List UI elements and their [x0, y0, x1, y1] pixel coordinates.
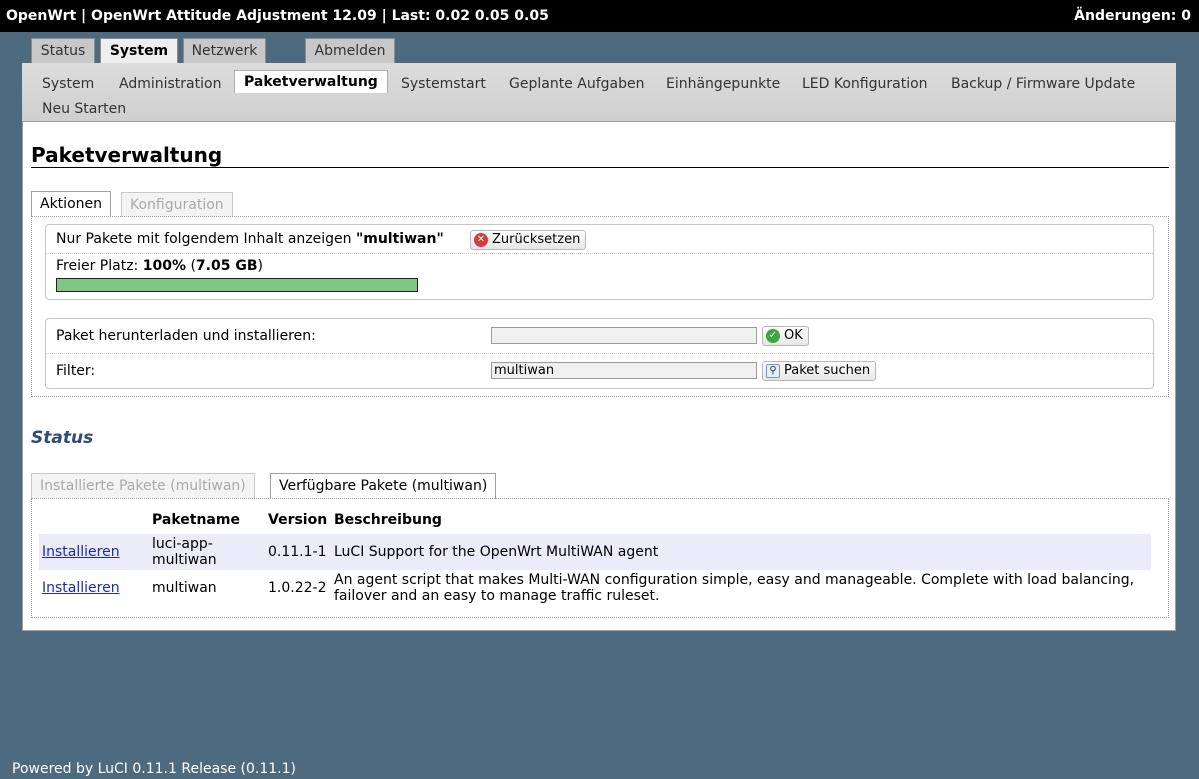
- ok-button[interactable]: ✓ OK: [762, 326, 809, 346]
- check-icon: ✓: [766, 329, 780, 343]
- subtab-reboot[interactable]: Neu Starten: [42, 101, 126, 117]
- tab-network[interactable]: Netzwerk: [183, 38, 266, 63]
- actions-panel: Nur Pakete mit folgendem Inhalt anzeigen…: [31, 216, 1169, 397]
- system-title: OpenWrt | OpenWrt Attitude Adjustment 12…: [6, 8, 549, 24]
- description-text: failover and an easy to manage traffic r…: [334, 588, 660, 604]
- footer-text: Powered by LuCI 0.11.1 Release (0.11.1): [12, 761, 296, 777]
- version-cell: 1.0.22-2: [268, 580, 327, 596]
- tab-available-packages[interactable]: Verfügbare Pakete (multiwan): [270, 473, 497, 499]
- reset-filter-button[interactable]: ✕ Zurücksetzen: [470, 230, 587, 250]
- filter-notice-term: "multiwan": [355, 231, 444, 247]
- tab-installed-packages[interactable]: Installierte Pakete (multiwan): [31, 473, 255, 498]
- column-header: Paketname: [152, 512, 240, 528]
- tab-status[interactable]: Status: [31, 38, 95, 63]
- filter-input[interactable]: [491, 362, 757, 379]
- free-space-bar-fill: [57, 279, 417, 291]
- subtab-system[interactable]: System: [42, 76, 94, 92]
- version-cell: 0.11.1-1: [265, 534, 331, 570]
- package-name-cell: multiwan: [152, 580, 217, 596]
- download-url-input[interactable]: [491, 327, 757, 344]
- info-box: Nur Pakete mit folgendem Inhalt anzeigen…: [45, 224, 1154, 300]
- subtab-mount-points[interactable]: Einhängepunkte: [666, 76, 780, 92]
- free-space-percent: 100%: [142, 258, 186, 274]
- description-cell: LuCI Support for the OpenWrt MultiWAN ag…: [331, 534, 1151, 570]
- table-header: Paketname Version Beschreibung: [39, 506, 1151, 534]
- filter-notice: Nur Pakete mit folgendem Inhalt anzeigen…: [56, 231, 444, 247]
- search-icon: ⚲: [766, 364, 780, 378]
- action-cell: Installieren: [39, 534, 149, 570]
- free-space-bar: [56, 278, 418, 292]
- column-header: Beschreibung: [334, 512, 442, 528]
- free-space-text: Freier Platz: 100% (7.05 GB): [56, 258, 263, 274]
- row-divider: [46, 253, 1153, 255]
- tab-configuration[interactable]: Konfiguration: [121, 192, 233, 217]
- install-link[interactable]: Installieren: [42, 544, 120, 560]
- action-cell: Installieren: [39, 570, 149, 606]
- paren-close: ): [257, 258, 263, 274]
- top-bar: OpenWrt | OpenWrt Attitude Adjustment 12…: [0, 0, 1199, 32]
- reset-label: Zurücksetzen: [492, 232, 581, 247]
- install-link[interactable]: Installieren: [42, 580, 120, 596]
- table-row: Installieren luci-app-multiwan 0.11.1-1 …: [39, 534, 1151, 570]
- status-heading: Status: [31, 428, 94, 448]
- description-text: An agent script that makes Multi-WAN con…: [334, 572, 1135, 588]
- tab-system[interactable]: System: [100, 38, 178, 64]
- download-label: Paket herunterladen und installieren:: [56, 328, 316, 344]
- changes-counter[interactable]: Änderungen: 0: [1074, 8, 1191, 24]
- subtab-backup-firmware[interactable]: Backup / Firmware Update: [951, 76, 1135, 92]
- subtab-led-configuration[interactable]: LED Konfiguration: [802, 76, 928, 92]
- main-content: Paketverwaltung Aktionen Konfiguration N…: [22, 121, 1176, 631]
- package-name: luci-app-: [152, 536, 213, 552]
- free-space-label: Freier Platz:: [56, 258, 139, 274]
- filter-notice-prefix: Nur Pakete mit folgendem Inhalt anzeigen: [56, 231, 352, 247]
- subtab-startup[interactable]: Systemstart: [401, 76, 486, 92]
- ok-label: OK: [784, 328, 803, 343]
- free-space-size: 7.05 GB: [195, 258, 258, 274]
- row-divider: [46, 353, 1153, 355]
- column-header: Version: [268, 512, 328, 528]
- search-label: Paket suchen: [784, 363, 871, 378]
- cancel-icon: ✕: [474, 233, 488, 247]
- package-name: multiwan: [152, 552, 217, 568]
- page-title: Paketverwaltung: [31, 143, 223, 167]
- description-cell: An agent script that makes Multi-WAN con…: [331, 570, 1151, 606]
- subtab-package-management[interactable]: Paketverwaltung: [234, 70, 388, 93]
- search-package-button[interactable]: ⚲ Paket suchen: [762, 361, 877, 381]
- table-row: Installieren multiwan 1.0.22-2 An agent …: [39, 570, 1151, 606]
- tab-actions[interactable]: Aktionen: [31, 191, 111, 217]
- packages-table: Paketname Version Beschreibung Installie…: [39, 506, 1151, 606]
- install-box: Paket herunterladen und installieren: ✓ …: [45, 318, 1154, 389]
- title-divider: [31, 167, 1169, 168]
- sub-navigation: System Administration Paketverwaltung Sy…: [22, 63, 1176, 121]
- package-name-cell: luci-app-multiwan: [149, 534, 265, 570]
- column-header: [39, 506, 149, 534]
- tab-logout[interactable]: Abmelden: [305, 38, 395, 63]
- filter-label: Filter:: [56, 363, 96, 379]
- subtab-scheduled-tasks[interactable]: Geplante Aufgaben: [509, 76, 644, 92]
- subtab-administration[interactable]: Administration: [119, 76, 221, 92]
